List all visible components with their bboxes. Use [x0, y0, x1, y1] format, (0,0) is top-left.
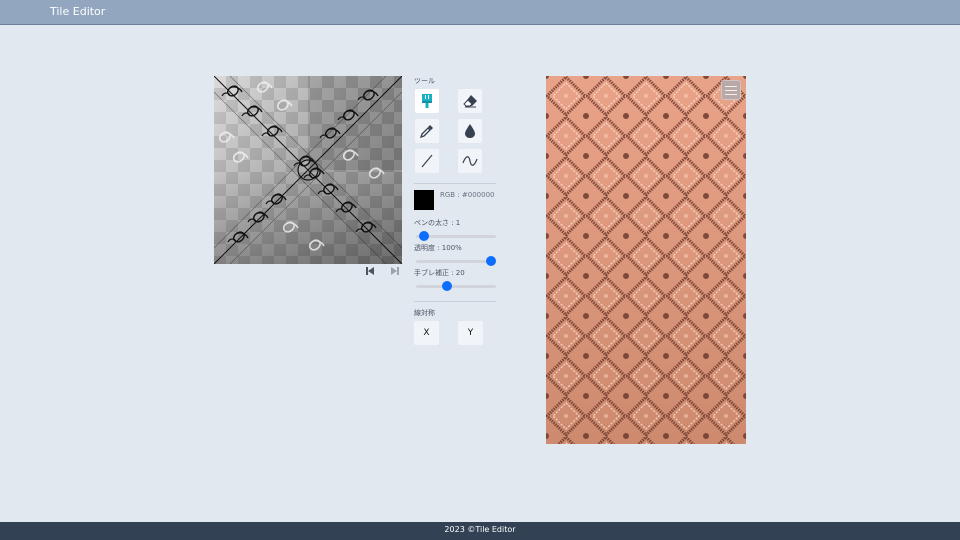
- divider: [414, 301, 496, 302]
- pattern-preview: [546, 76, 746, 444]
- eyedropper-icon: [419, 125, 433, 139]
- tools-label: ツール: [414, 77, 435, 85]
- tile-canvas[interactable]: [214, 76, 402, 264]
- menu-button[interactable]: [721, 80, 741, 100]
- eraser-icon: [463, 95, 477, 108]
- rgb-value: RGB : #000000: [440, 191, 495, 199]
- slider-track: [416, 285, 496, 288]
- skip-forward-icon: [391, 267, 399, 275]
- line-icon: [421, 154, 433, 168]
- color-swatch[interactable]: [414, 190, 434, 210]
- pen-size-slider[interactable]: [416, 230, 496, 242]
- footer: 2023 ©Tile Editor: [0, 522, 960, 540]
- symmetry-label: 線対称: [414, 309, 435, 317]
- fill-tool-button[interactable]: [458, 119, 482, 143]
- slider-track: [416, 260, 496, 263]
- eraser-tool-button[interactable]: [458, 89, 482, 113]
- symmetry-y-button[interactable]: Y: [458, 321, 483, 345]
- menu-line: [725, 89, 737, 91]
- menu-line: [725, 85, 737, 87]
- smoothing-slider[interactable]: [416, 280, 496, 292]
- symmetry-x-button[interactable]: X: [414, 321, 439, 345]
- app-title: Tile Editor: [50, 5, 106, 18]
- opacity-label: 透明度 : 100%: [414, 244, 462, 252]
- last-frame-button[interactable]: [389, 265, 401, 277]
- slider-knob[interactable]: [418, 231, 429, 241]
- smoothing-label: 手ブレ補正 : 20: [414, 269, 465, 277]
- first-frame-button[interactable]: [364, 265, 376, 277]
- copyright-text: 2023 ©Tile Editor: [444, 525, 516, 534]
- brush-icon: [422, 94, 432, 108]
- curve-icon: [462, 156, 478, 166]
- app-header: Tile Editor: [0, 0, 960, 25]
- slider-knob[interactable]: [441, 281, 452, 291]
- eyedropper-tool-button[interactable]: [415, 119, 439, 143]
- divider: [414, 183, 496, 184]
- fill-drop-icon: [465, 124, 475, 138]
- skip-back-icon: [366, 267, 374, 275]
- curve-tool-button[interactable]: [458, 149, 482, 173]
- brush-tool-button[interactable]: [415, 89, 439, 113]
- pen-size-label: ペンの太さ : 1: [414, 219, 461, 227]
- opacity-slider[interactable]: [416, 255, 496, 267]
- line-tool-button[interactable]: [415, 149, 439, 173]
- slider-knob[interactable]: [486, 256, 496, 266]
- menu-line: [725, 93, 737, 95]
